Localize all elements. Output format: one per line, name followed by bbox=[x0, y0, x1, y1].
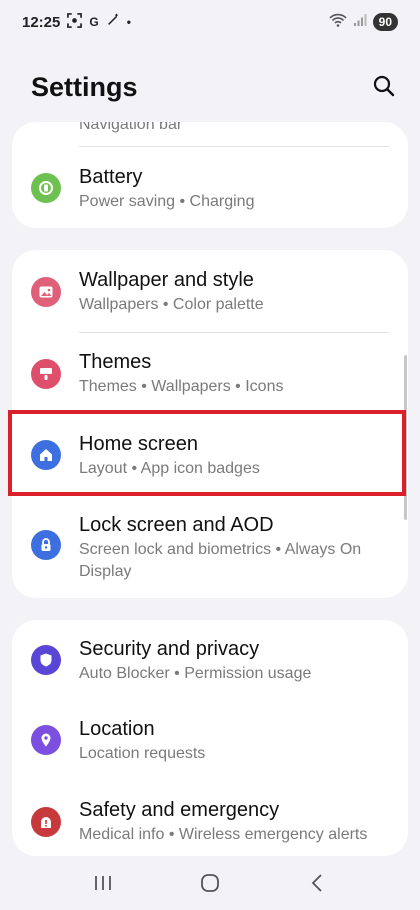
list-item-subtitle: Layout • App icon badges bbox=[79, 460, 260, 477]
google-g-indicator: G bbox=[89, 15, 99, 29]
list-item-themes[interactable]: Themes Themes • Wallpapers • Icons bbox=[12, 333, 408, 414]
list-item-safety-and-emergency[interactable]: Safety and emergency Medical info • Wire… bbox=[12, 780, 408, 856]
card-system: Navigation bar Battery Power saving • Ch… bbox=[12, 122, 408, 228]
list-item-location[interactable]: Location Location requests bbox=[12, 700, 408, 780]
settings-list[interactable]: Navigation bar Battery Power saving • Ch… bbox=[0, 122, 420, 860]
card-personalization: Wallpaper and style Wallpapers • Color p… bbox=[12, 250, 408, 598]
status-bar: 12:25 G • 90 bbox=[0, 0, 420, 44]
status-right: 90 bbox=[329, 13, 398, 31]
magic-wand-icon bbox=[106, 13, 120, 31]
brush-icon bbox=[31, 359, 61, 389]
list-item-security-and-privacy[interactable]: Security and privacy Auto Blocker • Perm… bbox=[12, 620, 408, 700]
list-item-battery[interactable]: Battery Power saving • Charging bbox=[12, 147, 408, 228]
battery-icon bbox=[31, 173, 61, 203]
list-item-subtitle: Power saving • Charging bbox=[79, 193, 255, 210]
list-item-subtitle: Themes • Wallpapers • Icons bbox=[79, 378, 284, 395]
list-item-title: Safety and emergency bbox=[79, 799, 280, 821]
signal-icon bbox=[353, 13, 367, 31]
header: Settings bbox=[0, 70, 420, 110]
list-item-title: Themes bbox=[79, 351, 152, 373]
list-item-subtitle: Medical info • Wireless emergency alerts bbox=[79, 826, 368, 843]
home-button-icon bbox=[200, 873, 220, 898]
list-item-title: Battery bbox=[79, 166, 143, 188]
list-item-subtitle: Navigation bar bbox=[79, 122, 183, 133]
list-item-navigation-bar[interactable]: Navigation bar bbox=[12, 122, 408, 134]
navigation-bar bbox=[0, 860, 420, 910]
list-item-title: Home screen bbox=[79, 433, 198, 455]
list-item-lock-screen-and-aod[interactable]: Lock screen and AOD Screen lock and biom… bbox=[12, 496, 408, 598]
image-icon bbox=[31, 277, 61, 307]
lock-icon bbox=[31, 530, 61, 560]
list-item-title: Security and privacy bbox=[79, 638, 260, 660]
card-security: Security and privacy Auto Blocker • Perm… bbox=[12, 620, 408, 856]
shield-icon bbox=[31, 645, 61, 675]
list-item-wallpaper-and-style[interactable]: Wallpaper and style Wallpapers • Color p… bbox=[12, 250, 408, 332]
home-nav-button[interactable] bbox=[190, 865, 230, 905]
recents-button[interactable] bbox=[83, 865, 123, 905]
emergency-icon bbox=[31, 807, 61, 837]
back-icon bbox=[310, 873, 324, 898]
clock: 12:25 bbox=[22, 13, 61, 31]
list-item-subtitle: Wallpapers • Color palette bbox=[79, 296, 264, 313]
scrollbar[interactable] bbox=[404, 355, 407, 520]
list-item-title: Location bbox=[79, 718, 155, 740]
recents-icon bbox=[93, 874, 113, 897]
notification-dot: • bbox=[126, 15, 131, 29]
page-title: Settings bbox=[31, 72, 138, 102]
location-pin-icon bbox=[31, 725, 61, 755]
list-item-home-screen[interactable]: Home screen Layout • App icon badges bbox=[12, 414, 408, 496]
list-item-subtitle: Auto Blocker • Permission usage bbox=[79, 665, 312, 682]
search-icon bbox=[373, 75, 395, 102]
list-item-subtitle: Screen lock and biometrics • Always On D… bbox=[79, 541, 362, 580]
scan-icon bbox=[67, 12, 83, 32]
home-icon bbox=[31, 440, 61, 470]
list-item-title: Lock screen and AOD bbox=[79, 514, 274, 536]
search-button[interactable] bbox=[370, 74, 398, 102]
wifi-icon bbox=[329, 13, 347, 31]
list-item-title: Wallpaper and style bbox=[79, 269, 254, 291]
status-left: 12:25 G • bbox=[22, 12, 131, 32]
back-button[interactable] bbox=[297, 865, 337, 905]
list-item-subtitle: Location requests bbox=[79, 745, 206, 762]
battery-level: 90 bbox=[372, 13, 398, 31]
